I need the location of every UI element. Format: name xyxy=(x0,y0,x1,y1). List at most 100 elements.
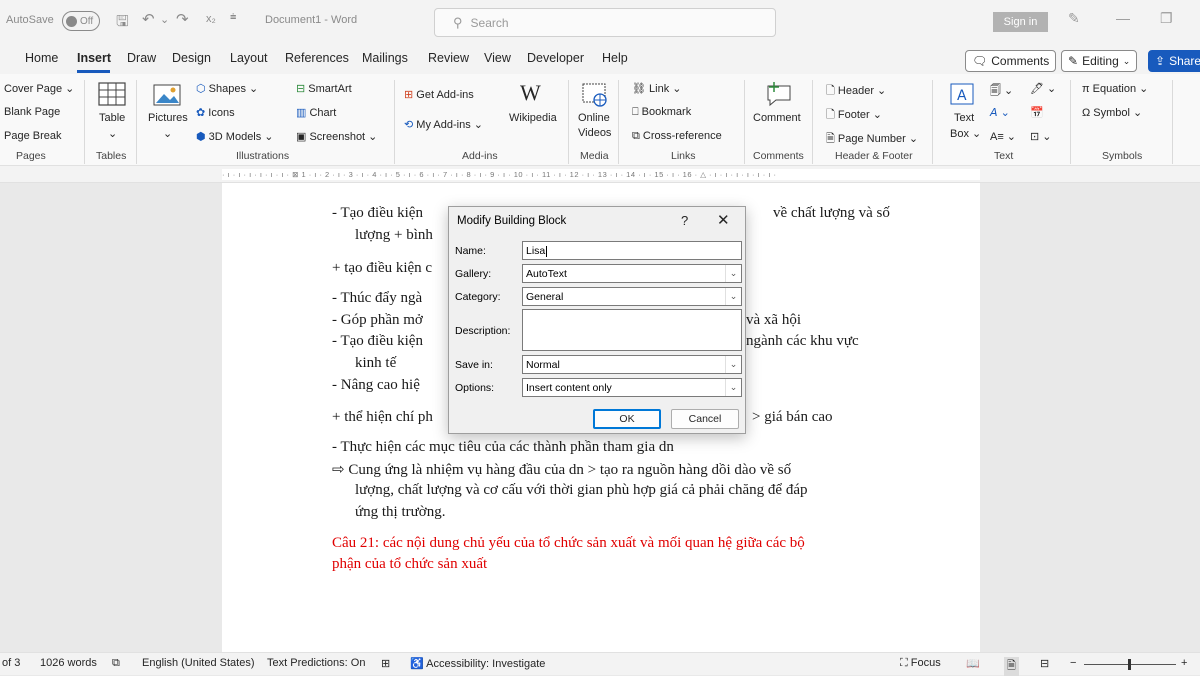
page-break-button[interactable]: Page Break xyxy=(4,130,61,142)
tab-references[interactable]: References xyxy=(285,51,349,65)
icons-button[interactable]: ✿ Icons xyxy=(196,106,235,119)
signature-line-button[interactable]: 🖊 ⌄ xyxy=(1030,82,1056,95)
print-layout-icon[interactable]: 🗎 xyxy=(1004,657,1019,676)
online-videos-button[interactable]: Online xyxy=(578,112,610,124)
quick-parts-button[interactable]: 🗐 ⌄ xyxy=(990,82,1013,101)
date-time-button[interactable]: 📅 xyxy=(1030,106,1044,119)
description-field[interactable] xyxy=(522,309,742,351)
omega-icon: Ω xyxy=(1082,107,1091,119)
text-box-button[interactable]: Text xyxy=(954,112,974,124)
object-button[interactable]: ⊡ ⌄ xyxy=(1030,130,1052,143)
tab-review[interactable]: Review xyxy=(428,51,469,65)
ok-button[interactable]: OK xyxy=(593,409,661,429)
zoom-slider-thumb[interactable] xyxy=(1128,659,1131,670)
ribbon-divider xyxy=(618,80,619,164)
pencil-icon: ✎ xyxy=(1068,54,1079,68)
pictures-button[interactable]: Pictures xyxy=(148,112,188,124)
wordart-button[interactable]: 𝘈 ⌄ xyxy=(990,106,1010,119)
help-button[interactable]: ? xyxy=(681,213,688,228)
undo-icon[interactable]: ↶ xyxy=(142,10,155,28)
equation-button[interactable]: π Equation ⌄ xyxy=(1082,82,1148,95)
group-text-label: Text xyxy=(994,150,1014,162)
gallery-select[interactable]: AutoText ⌄ xyxy=(522,264,742,283)
options-select[interactable]: Insert content only ⌄ xyxy=(522,378,742,397)
pen-icon[interactable]: ✎ xyxy=(1068,10,1080,27)
autosave-toggle[interactable]: Off xyxy=(62,11,100,31)
header-button[interactable]: 🗋 Header ⌄ xyxy=(826,82,886,101)
autosave-label: AutoSave xyxy=(6,14,54,26)
share-button[interactable]: ⇪ Share xyxy=(1148,50,1200,72)
minimize-icon[interactable]: — xyxy=(1116,10,1130,26)
accessibility-status[interactable]: ♿ Accessibility: Investigate xyxy=(410,657,545,670)
screenshot-button[interactable]: ▣ Screenshot ⌄ xyxy=(296,130,377,143)
smartart-button[interactable]: ⊟ SmartArt xyxy=(296,82,352,95)
shapes-button[interactable]: ⬡ Shapes ⌄ xyxy=(196,82,258,95)
link-label: Link xyxy=(649,83,670,95)
focus-button[interactable]: ⛶ Focus xyxy=(900,657,941,670)
web-layout-icon[interactable]: ⊟ xyxy=(1040,657,1049,670)
ruler-scale[interactable]: · ı · ı · ı · ı · ı · ı · ⊠ 1 · ı · 2 · … xyxy=(222,169,980,180)
text-caret xyxy=(546,245,548,257)
footer-button[interactable]: 🗋 Footer ⌄ xyxy=(826,106,882,125)
my-addins-button[interactable]: ⟲ My Add-ins ⌄ xyxy=(404,118,483,131)
save-in-value: Normal xyxy=(526,359,560,371)
cross-reference-label: Cross-reference xyxy=(642,130,722,142)
tab-insert[interactable]: Insert xyxy=(77,51,111,65)
read-mode-icon[interactable]: 📖 xyxy=(966,657,980,670)
save-in-select[interactable]: Normal ⌄ xyxy=(522,355,742,374)
table-dropdown-icon[interactable]: ⌄ xyxy=(108,127,117,140)
zoom-in-button[interactable]: + xyxy=(1181,657,1187,669)
comment-button[interactable]: Comment xyxy=(753,112,801,124)
customize-qat-icon[interactable]: ⩧ xyxy=(230,11,236,24)
blank-page-button[interactable]: Blank Page xyxy=(4,106,60,118)
proofing-icon[interactable]: ⧉ xyxy=(112,657,120,670)
sign-in-button[interactable]: Sign in xyxy=(993,12,1048,32)
subscript-icon[interactable]: x₂ xyxy=(206,13,216,25)
table-button[interactable]: Table xyxy=(99,112,125,124)
footer-label: Footer xyxy=(837,109,870,121)
drop-cap-button[interactable]: A≡ ⌄ xyxy=(990,130,1016,143)
editing-label: Editing xyxy=(1082,54,1119,68)
word-count[interactable]: 1026 words xyxy=(40,657,97,669)
group-links-label: Links xyxy=(671,150,696,162)
3d-models-button[interactable]: ⬢ 3D Models ⌄ xyxy=(196,130,274,143)
editing-button[interactable]: ✎ Editing ⌄ xyxy=(1061,50,1138,72)
cancel-button[interactable]: Cancel xyxy=(671,409,739,429)
link-button[interactable]: ⛓ Link ⌄ xyxy=(632,82,682,95)
close-icon[interactable]: ✕ xyxy=(717,211,730,229)
category-select[interactable]: General ⌄ xyxy=(522,287,742,306)
text-predictions-status[interactable]: Text Predictions: On xyxy=(267,657,365,669)
tab-help[interactable]: Help xyxy=(602,51,628,65)
comments-button[interactable]: 🗨 Comments xyxy=(965,50,1057,72)
save-icon[interactable]: 🖫 xyxy=(116,11,129,36)
tab-developer[interactable]: Developer xyxy=(527,51,584,65)
search-box[interactable]: ⚲ Search xyxy=(434,8,776,37)
redo-icon[interactable]: ↷ xyxy=(176,10,189,28)
online-video-icon xyxy=(582,83,607,107)
tab-draw[interactable]: Draw xyxy=(127,51,156,65)
get-addins-button[interactable]: ⊞ Get Add-ins xyxy=(404,88,474,101)
zoom-out-button[interactable]: − xyxy=(1070,657,1076,669)
tab-mailings[interactable]: Mailings xyxy=(362,51,408,65)
tab-view[interactable]: View xyxy=(484,51,511,65)
name-field[interactable]: Lisa xyxy=(522,241,742,260)
bookmark-button[interactable]: ⎕ Bookmark xyxy=(632,106,691,119)
cross-reference-button[interactable]: ⧉ Cross-reference xyxy=(632,130,722,143)
tab-home[interactable]: Home xyxy=(25,51,58,65)
page-count[interactable]: of 3 xyxy=(2,657,20,669)
restore-icon[interactable]: ❐ xyxy=(1160,10,1173,27)
macro-icon[interactable]: ⊞ xyxy=(381,657,390,670)
page-number-button[interactable]: 🗎 Page Number ⌄ xyxy=(826,130,918,149)
pictures-dropdown-icon[interactable]: ⌄ xyxy=(163,127,172,140)
chart-button[interactable]: ▥ Chart xyxy=(296,106,336,119)
language-status[interactable]: English (United States) xyxy=(142,657,255,669)
status-bar: of 3 1026 words ⧉ English (United States… xyxy=(0,652,1200,676)
tab-layout[interactable]: Layout xyxy=(230,51,268,65)
group-header-footer-label: Header & Footer xyxy=(835,150,913,162)
cover-page-button[interactable]: Cover Page ⌄ xyxy=(4,82,74,95)
wikipedia-button[interactable]: Wikipedia xyxy=(509,112,557,124)
undo-dropdown-icon[interactable]: ⌄ xyxy=(160,13,169,26)
tab-design[interactable]: Design xyxy=(172,51,211,65)
symbol-button[interactable]: Ω Symbol ⌄ xyxy=(1082,106,1142,119)
online-videos-label-2: Videos xyxy=(578,127,612,139)
